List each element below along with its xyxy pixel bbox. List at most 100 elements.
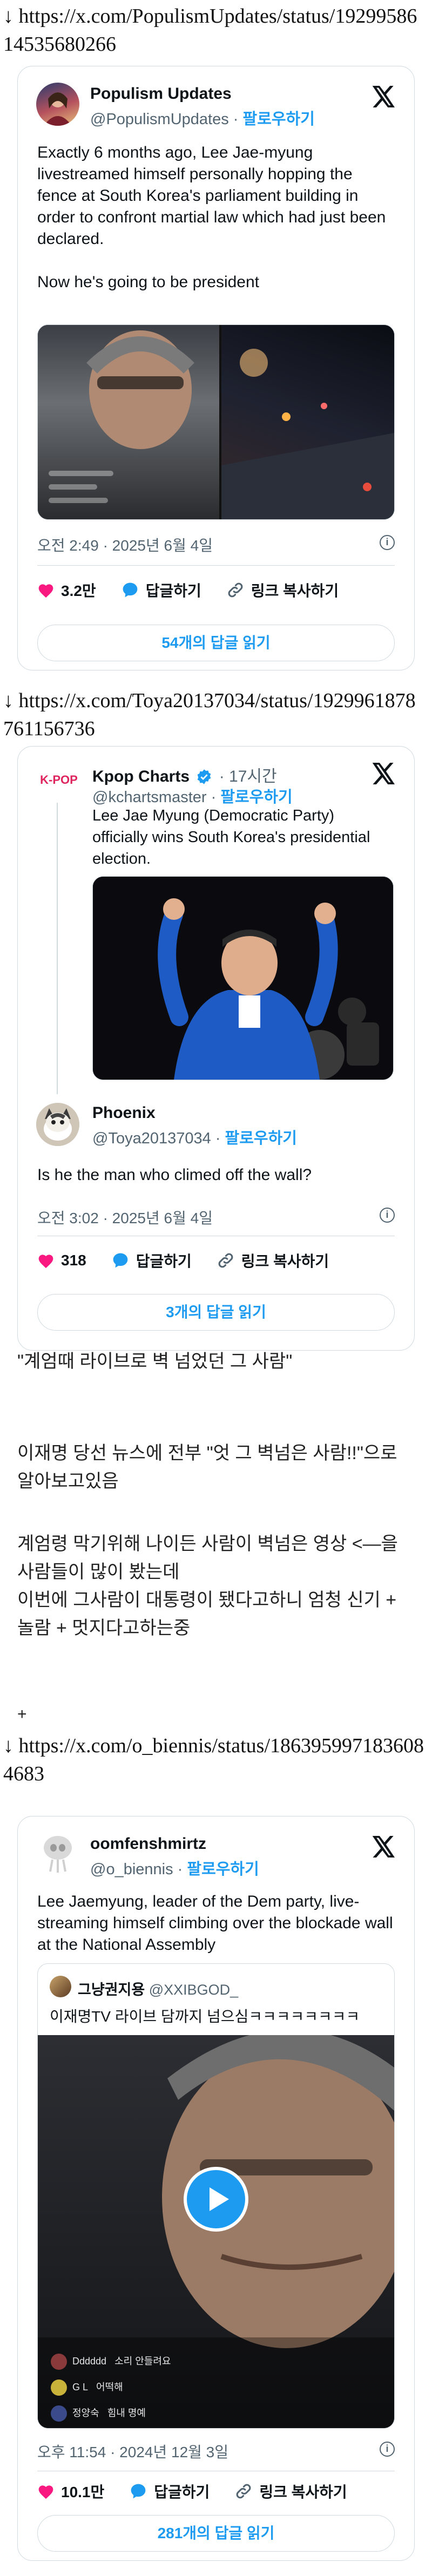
info-icon[interactable]: i xyxy=(380,535,395,550)
tweet-timestamp[interactable]: 오전 2:49 · 2025년 6월 4일 xyxy=(37,534,213,555)
reply-bubble-icon xyxy=(131,2484,146,2499)
copy-link-label: 링크 복사하기 xyxy=(251,582,339,599)
play-icon xyxy=(210,2187,229,2211)
tweet-card-3[interactable]: oomfenshmirtz @o_biennis · 팔로우하기 Lee Jae… xyxy=(17,1816,415,2561)
reply-label: 답글하기 xyxy=(136,1253,192,1270)
author-handle: @Toya20137034 · 팔로우하기 xyxy=(92,1130,297,1147)
handle-text[interactable]: @PopulismUpdates xyxy=(90,111,229,128)
author-handle: @PopulismUpdates · 팔로우하기 xyxy=(90,111,315,128)
commentary-paragraph-3: 이번에 그사람이 대통령이 됐다고하니 엄청 신기 + 놀람 + 멋지다고하는중 xyxy=(17,1590,397,1638)
handle-text[interactable]: @o_biennis xyxy=(90,1861,173,1878)
quoted-author-name: Kpop Charts · 17시간 xyxy=(92,763,277,787)
quoted-author-handle: @kchartsmaster · 팔로우하기 xyxy=(92,789,293,806)
chat-user: 정양숙 xyxy=(72,2408,99,2418)
tweet-timestamp[interactable]: 오전 3:02 · 2025년 6월 4일 xyxy=(37,1206,213,1228)
follow-button[interactable]: 팔로우하기 xyxy=(225,1130,297,1147)
commentary-quote: "계엄때 라이브로 벽 넘었던 그 사람" xyxy=(17,1351,293,1372)
tweet-video[interactable] xyxy=(37,324,395,520)
link-icon xyxy=(218,1253,233,1268)
chat-message: 어떡해 xyxy=(96,2382,123,2392)
plus-separator: + xyxy=(17,1705,27,1723)
chat-user: Dddddd xyxy=(72,2356,107,2367)
heart-icon xyxy=(38,1255,53,1269)
follow-button[interactable]: 팔로우하기 xyxy=(187,1861,259,1878)
read-replies-button[interactable]: 3개의 답글 읽기 xyxy=(37,1294,395,1331)
chat-message: 소리 안들려요 xyxy=(114,2356,171,2367)
avatar[interactable] xyxy=(36,1832,79,1875)
source-link-2[interactable]: ↓ https://x.com/Toya20137034/status/1929… xyxy=(3,687,424,743)
commentary-paragraph-2: 계엄령 막기위해 나이든 사람이 벽넘은 영상 <—을 사람들이 많이 봤는데 xyxy=(17,1534,398,1582)
chat-user: G L xyxy=(72,2382,89,2392)
tweet-actions: 318 답글하기 링크 복사하기 xyxy=(37,1249,354,1272)
divider xyxy=(37,565,395,566)
kpop-logo-text: K-POP xyxy=(40,773,78,787)
quoted-follow-button[interactable]: 팔로우하기 xyxy=(220,789,292,806)
chat-message: 힘내 명예 xyxy=(107,2408,146,2418)
copy-link-button[interactable]: 링크 복사하기 xyxy=(217,1250,329,1271)
quoted-name[interactable]: 그냥권지용 xyxy=(78,1982,145,1998)
copy-link-button[interactable]: 링크 복사하기 xyxy=(234,2480,347,2502)
tweet-text: Lee Jaemyung, leader of the Dem party, l… xyxy=(37,1893,397,1954)
quoted-handle[interactable]: @XXIBGOD_ xyxy=(149,1982,238,1998)
x-logo-icon[interactable] xyxy=(372,86,396,110)
quoted-tweet[interactable]: 그냥권지용 @XXIBGOD_ 이재명TV 라이브 담까지 넘으심ㅋㅋㅋㅋㅋㅋㅋ… xyxy=(37,1963,395,2429)
quoted-handle-text[interactable]: @kchartsmaster xyxy=(92,789,207,806)
verified-badge-icon xyxy=(197,769,211,784)
tweet-card-2[interactable]: K-POP Kpop Charts · 17시간 @kchartsmaster … xyxy=(17,746,415,1351)
tweet-text: Exactly 6 months ago, Lee Jae-myung live… xyxy=(37,144,386,291)
avatar[interactable] xyxy=(50,1976,71,1997)
quoted-tweet-video[interactable]: Dddddd 소리 안들려요 G L 어떡해 정양숙 힘내 명예 xyxy=(38,2035,394,2428)
avatar[interactable] xyxy=(36,1103,79,1146)
thread-line xyxy=(57,803,58,1094)
like-count: 10.1만 xyxy=(61,2484,105,2500)
reply-bubble-icon xyxy=(113,1253,128,1268)
link-icon xyxy=(228,582,243,598)
quoted-author: 그냥권지용 @XXIBGOD_ xyxy=(78,1978,238,1999)
read-replies-button[interactable]: 281개의 답글 읽기 xyxy=(37,2515,395,2552)
reply-button[interactable]: 답글하기 xyxy=(121,579,201,601)
author-name[interactable]: oomfenshmirtz xyxy=(90,1835,206,1853)
handle-text[interactable]: @Toya20137034 xyxy=(92,1130,211,1147)
like-count: 318 xyxy=(61,1252,86,1269)
like-count: 3.2만 xyxy=(61,582,96,599)
copy-link-label: 링크 복사하기 xyxy=(241,1253,329,1270)
chat-line: G L 어떡해 xyxy=(51,2374,171,2400)
reply-button[interactable]: 답글하기 xyxy=(111,1250,192,1271)
like-button[interactable]: 10.1만 xyxy=(37,2480,104,2502)
play-button[interactable] xyxy=(184,2167,248,2232)
quoted-tweet-image[interactable] xyxy=(92,876,394,1080)
copy-link-button[interactable]: 링크 복사하기 xyxy=(226,579,339,601)
info-icon[interactable]: i xyxy=(380,1208,395,1223)
commentary-paragraph-1: 이재명 당선 뉴스에 전부 "엇 그 벽넘은 사람!!"으로 알아보고있음 xyxy=(17,1443,397,1492)
heart-icon xyxy=(38,2485,53,2499)
tweet-actions: 3.2만 답글하기 링크 복사하기 xyxy=(37,578,363,602)
quoted-name-text[interactable]: Kpop Charts xyxy=(92,768,190,785)
avatar[interactable] xyxy=(36,83,79,126)
info-icon[interactable]: i xyxy=(380,2442,395,2457)
like-button[interactable]: 318 xyxy=(37,1252,86,1269)
x-logo-icon[interactable] xyxy=(372,763,396,787)
heart-icon xyxy=(38,584,53,598)
chat-line: 정양숙 힘내 명예 xyxy=(51,2400,171,2426)
author-name[interactable]: Phoenix xyxy=(92,1104,156,1122)
tweet-actions: 10.1만 답글하기 링크 복사하기 xyxy=(37,2479,372,2503)
video-frame-left xyxy=(38,325,219,519)
tweet-timestamp[interactable]: 오후 11:54 · 2024년 12월 3일 xyxy=(37,2441,228,2462)
source-link-1[interactable]: ↓ https://x.com/PopulismUpdates/status/1… xyxy=(3,2,424,58)
tweet-card-1[interactable]: Populism Updates @PopulismUpdates · 팔로우하… xyxy=(17,66,415,670)
follow-button[interactable]: 팔로우하기 xyxy=(243,111,315,128)
quoted-tweet-text: 이재명TV 라이브 담까지 넘으심ㅋㅋㅋㅋㅋㅋㅋㅋ xyxy=(50,2008,360,2025)
author-name[interactable]: Populism Updates xyxy=(90,85,232,103)
kpop-charts-logo[interactable]: K-POP xyxy=(36,763,82,795)
reply-button[interactable]: 답글하기 xyxy=(129,2480,210,2502)
live-chat-overlay: Dddddd 소리 안들려요 G L 어떡해 정양숙 힘내 명예 xyxy=(51,2348,171,2426)
like-button[interactable]: 3.2만 xyxy=(37,579,96,601)
x-logo-icon[interactable] xyxy=(372,1836,396,1860)
chat-line: Dddddd 소리 안들려요 xyxy=(51,2348,171,2374)
tweet-text: Is he the man who climed off the wall? xyxy=(37,1166,312,1184)
copy-link-label: 링크 복사하기 xyxy=(259,2484,347,2500)
source-link-3[interactable]: ↓ https://x.com/o_biennis/status/1863959… xyxy=(3,1732,424,1788)
read-replies-button[interactable]: 54개의 답글 읽기 xyxy=(37,625,395,661)
quoted-tweet-text: Lee Jae Myung (Democratic Party) officia… xyxy=(92,807,375,867)
reply-label: 답글하기 xyxy=(154,2484,210,2500)
